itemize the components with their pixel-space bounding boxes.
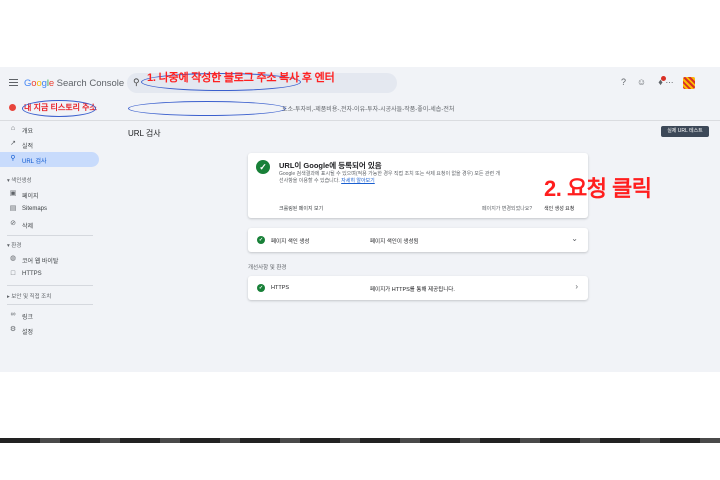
sidebar-section-security[interactable]: ▸ 보안 및 직접 조치 — [7, 292, 51, 300]
sidebar-item-links[interactable]: ∞ 링크 — [0, 308, 99, 323]
annotation-circle-property — [22, 100, 96, 117]
index-status-card: ✓ URL이 Google에 등록되어 있음 Google 검색결과에 표시될 … — [248, 153, 588, 218]
annotation-step1: 1. 나중에 작성한 블로그 주소 복사 후 엔터 — [147, 72, 335, 84]
sidebar-item-sitemaps[interactable]: ▤ Sitemaps — [0, 202, 99, 217]
sidebar-section-experience[interactable]: ▾ 환경 — [7, 241, 21, 249]
index-status-description: Google 검색결과에 표시될 수 있으며(적용 가능한 경우 직접 조치 또… — [279, 171, 501, 184]
chevron-down-icon: ⌄ — [571, 234, 578, 243]
sidebar-item-pages[interactable]: ▣ 페이지 — [0, 187, 99, 202]
sidebar-divider — [7, 285, 93, 286]
settings-icon: ⚙ — [9, 326, 17, 333]
request-indexing-link[interactable]: 색인 생성 요청 — [544, 205, 574, 212]
users-icon[interactable]: ☺ — [636, 77, 647, 88]
sidebar-item-core-web-vitals[interactable]: ◍ 코어 웹 바이탈 — [0, 252, 99, 267]
home-icon: ⌂ — [10, 125, 16, 132]
sidebar-item-url-inspection[interactable]: ⚲ URL 검사 — [0, 152, 99, 167]
apps-icon[interactable]: ⋯ — [664, 77, 675, 88]
sidebar-item-settings[interactable]: ⚙ 설정 — [0, 323, 99, 338]
search-icon: ⚲ — [133, 77, 140, 87]
trend-icon: ↗ — [10, 140, 16, 147]
sidebar-item-https[interactable]: □ HTTPS — [0, 267, 99, 282]
sidebar-divider — [7, 235, 93, 236]
pages-icon: ▣ — [9, 190, 17, 197]
avatar[interactable] — [683, 77, 695, 89]
learn-more-link[interactable]: 자세히 알아보기 — [341, 178, 375, 184]
sidebar-item-overview[interactable]: ⌂ 개요 — [0, 122, 99, 137]
live-test-button[interactable]: 실제 URL 테스트 — [661, 126, 709, 137]
lock-icon: □ — [10, 270, 16, 277]
sidebar-item-removals[interactable]: ⊘ 삭제 — [0, 217, 99, 232]
sidebar-section-indexing[interactable]: ▾ 색인생성 — [7, 176, 32, 184]
annotation-circle-url — [128, 101, 286, 116]
search-console-app: Google Search Console ⚲ ? ☺ ♦ ⋯ 내 지금 티스토… — [0, 67, 720, 372]
top-bar: Google Search Console ⚲ ? ☺ ♦ ⋯ — [0, 67, 720, 99]
links-icon: ∞ — [10, 311, 16, 318]
search-icon: ⚲ — [10, 155, 16, 162]
property-icon — [9, 104, 16, 111]
sidebar-divider — [7, 304, 93, 305]
remove-icon: ⊘ — [10, 220, 16, 227]
sitemap-icon: ▤ — [9, 205, 17, 212]
index-status-title: URL이 Google에 등록되어 있음 — [279, 161, 382, 170]
view-crawled-page-link[interactable]: 크롤링된 페이지 보기 — [279, 205, 323, 212]
help-icon[interactable]: ? — [618, 77, 629, 88]
page-changed-question: 페이지가 변경되었나요? — [482, 206, 533, 212]
logo[interactable]: Google Search Console — [24, 78, 124, 89]
inspected-url: 도소-투자비,-제품비용-,전자-이유-투자-시공사들-작품-좋이-세솝-전처 — [282, 107, 455, 113]
logo-product: Search Console — [56, 78, 125, 89]
check-circle-icon: ✓ — [256, 160, 270, 174]
menu-icon[interactable] — [9, 79, 18, 86]
check-circle-icon: ✓ — [257, 284, 265, 292]
https-row[interactable]: ✓ HTTPS 페이지가 HTTPS를 통해 제공됩니다. › — [248, 276, 588, 300]
page-indexing-row[interactable]: ✓ 페이지 색인 생성 페이지 색인이 생성됨 ⌄ — [248, 228, 588, 252]
enhancements-section-label: 개선사항 및 환경 — [248, 265, 287, 271]
vitals-icon: ◍ — [9, 255, 17, 262]
page-title: URL 검사 — [128, 129, 161, 138]
check-circle-icon: ✓ — [257, 236, 265, 244]
chevron-right-icon: › — [575, 282, 578, 291]
video-strip — [0, 438, 720, 443]
logo-google: Google — [24, 78, 55, 89]
annotation-step2: 2. 요청 클릭 — [544, 176, 652, 201]
sidebar-item-performance[interactable]: ↗ 실적 — [0, 137, 99, 152]
